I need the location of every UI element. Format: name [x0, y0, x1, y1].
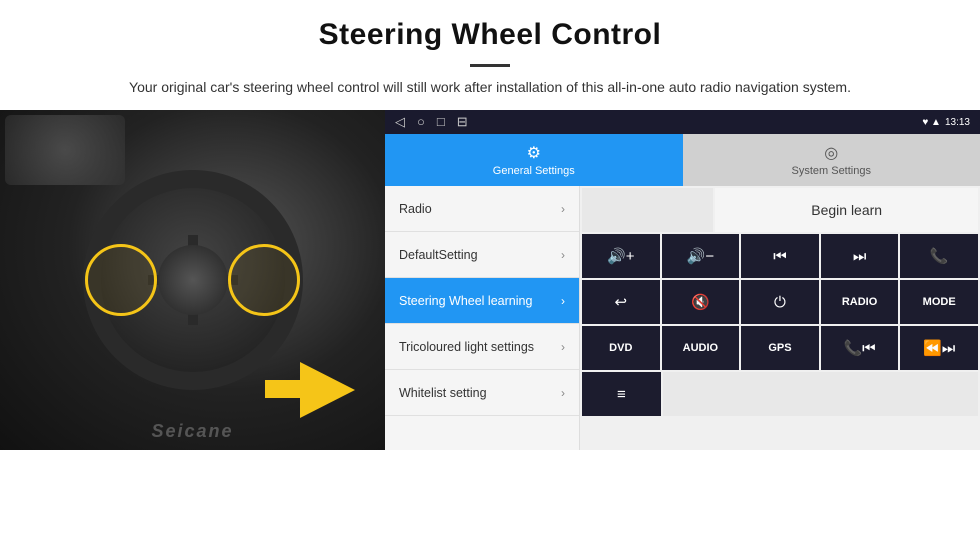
audio-button[interactable]: AUDIO [662, 326, 740, 370]
tab-general-settings[interactable]: ⚙ General Settings [385, 134, 683, 186]
home-icon[interactable]: ○ [417, 114, 425, 130]
content-panel: Begin learn 🔊+ 🔊− ⏮ ⏭ 📞 ↩ 🔇 ⏻ RADIO MODE [580, 186, 980, 450]
arrow-head [300, 362, 355, 418]
subtitle: Your original car's steering wheel contr… [0, 77, 980, 98]
begin-learn-button[interactable]: Begin learn [715, 188, 978, 232]
android-statusbar: ◁ ○ □ ⊟ ♥ ▲ 13:13 [385, 110, 980, 134]
menu-item-default-setting[interactable]: DefaultSetting › [385, 232, 579, 278]
phone-prev-button[interactable]: 📞⏮ [821, 326, 899, 370]
tab-general-label: General Settings [493, 165, 575, 177]
skip-fwd-button[interactable]: ⏪⏭ [900, 326, 978, 370]
vol-down-button[interactable]: 🔊− [662, 234, 740, 278]
mute-button[interactable]: 🔇 [662, 280, 740, 324]
watermark: Seicane [151, 421, 233, 442]
list-icon-button[interactable]: ≡ [582, 372, 661, 416]
menu-default-label: DefaultSetting [399, 248, 478, 262]
menu-steering-label: Steering Wheel learning [399, 294, 532, 308]
phone-button[interactable]: 📞 [900, 234, 978, 278]
menu-item-steering-wheel[interactable]: Steering Wheel learning › [385, 278, 579, 324]
row-5: ≡ [582, 372, 978, 416]
menu-arrow-whitelist: › [561, 386, 565, 400]
recents-icon[interactable]: □ [437, 114, 445, 130]
signal-icon: ♥ ▲ [922, 117, 941, 128]
vol-up-button[interactable]: 🔊+ [582, 234, 660, 278]
dashboard-bg [5, 115, 125, 185]
title-divider [470, 64, 510, 67]
gps-button[interactable]: GPS [741, 326, 819, 370]
menu-arrow-radio: › [561, 202, 565, 216]
system-settings-icon: ◎ [824, 143, 838, 163]
clock: 13:13 [945, 117, 970, 128]
menu-list: Radio › DefaultSetting › Steering Wheel … [385, 186, 580, 450]
spacer-5 [663, 372, 978, 416]
tab-bar: ⚙ General Settings ◎ System Settings [385, 134, 980, 186]
general-settings-icon: ⚙ [527, 143, 541, 163]
nav-icons: ◁ ○ □ ⊟ [395, 114, 468, 130]
menu-radio-label: Radio [399, 202, 432, 216]
row-4: DVD AUDIO GPS 📞⏮ ⏪⏭ [582, 326, 978, 370]
radio-button[interactable]: RADIO [821, 280, 899, 324]
row-1: Begin learn [582, 188, 978, 232]
row-2: 🔊+ 🔊− ⏮ ⏭ 📞 [582, 234, 978, 278]
menu-icon[interactable]: ⊟ [457, 114, 468, 130]
menu-tricoloured-label: Tricoloured light settings [399, 340, 534, 354]
menu-item-whitelist[interactable]: Whitelist setting › [385, 370, 579, 416]
menu-whitelist-label: Whitelist setting [399, 386, 487, 400]
highlight-circle-right [228, 244, 300, 316]
row-3: ↩ 🔇 ⏻ RADIO MODE [582, 280, 978, 324]
highlight-circle-left [85, 244, 157, 316]
status-icons: ♥ ▲ 13:13 [922, 117, 970, 128]
prev-button[interactable]: ⏮ [741, 234, 819, 278]
menu-item-radio[interactable]: Radio › [385, 186, 579, 232]
next-button[interactable]: ⏭ [821, 234, 899, 278]
android-ui: ◁ ○ □ ⊟ ♥ ▲ 13:13 ⚙ General Settings ◎ S… [385, 110, 980, 450]
steering-wheel-bg: Seicane [0, 110, 385, 450]
dvd-button[interactable]: DVD [582, 326, 660, 370]
main-content: Seicane ◁ ○ □ ⊟ ♥ ▲ 13:13 ⚙ General Sett… [0, 110, 980, 450]
steering-wheel-hub [158, 245, 228, 315]
spacer-1 [582, 188, 713, 232]
tab-system-label: System Settings [792, 165, 871, 177]
arrow-indicator [265, 360, 355, 420]
page-title: Steering Wheel Control [0, 0, 980, 58]
menu-arrow-tricoloured: › [561, 340, 565, 354]
steering-wheel-area: Seicane [0, 110, 385, 450]
menu-arrow-default: › [561, 248, 565, 262]
menu-item-tricoloured[interactable]: Tricoloured light settings › [385, 324, 579, 370]
back-icon[interactable]: ◁ [395, 114, 405, 130]
mode-button[interactable]: MODE [900, 280, 978, 324]
tab-system-settings[interactable]: ◎ System Settings [683, 134, 980, 186]
menu-area: Radio › DefaultSetting › Steering Wheel … [385, 186, 980, 450]
power-button[interactable]: ⏻ [741, 280, 819, 324]
back-call-button[interactable]: ↩ [582, 280, 660, 324]
menu-arrow-steering: › [561, 294, 565, 308]
